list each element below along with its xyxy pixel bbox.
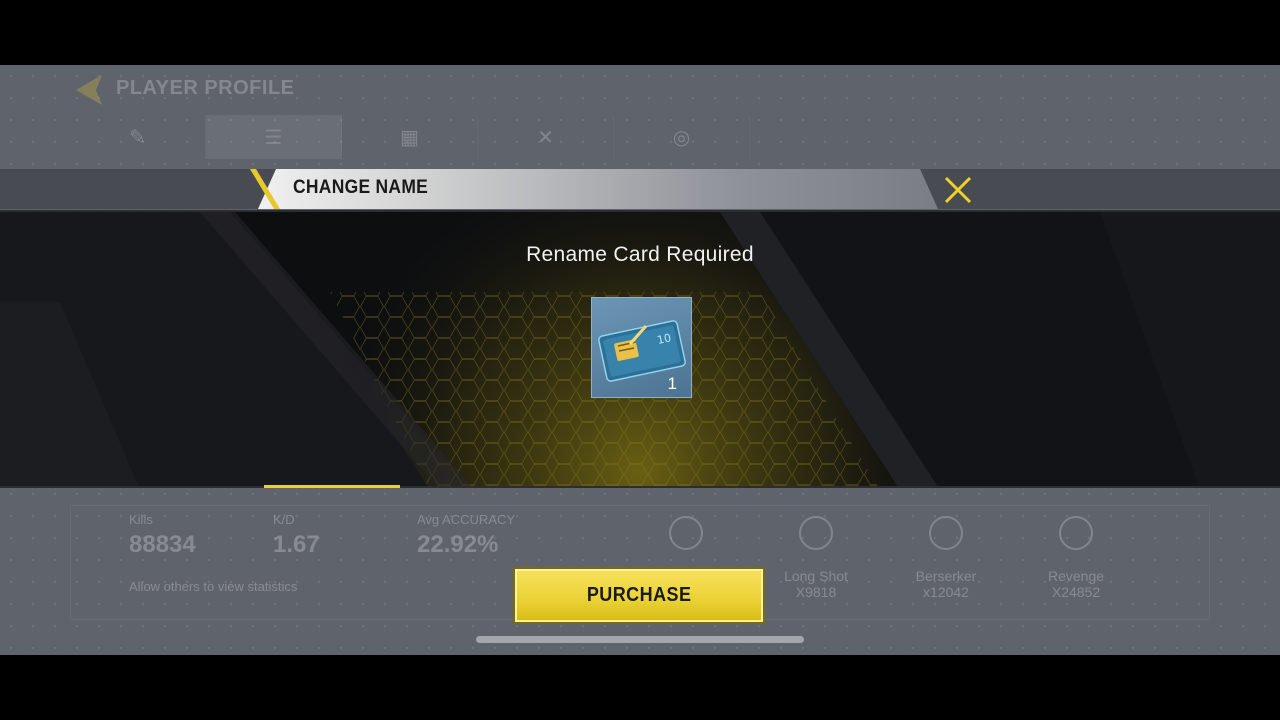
close-x-icon [944, 176, 972, 204]
player-profile-title: PLAYER PROFILE [116, 77, 295, 99]
tab-edit: ✎ [70, 115, 206, 159]
modal-title: CHANGE NAME [293, 177, 429, 198]
medal-icon [1059, 516, 1093, 550]
profile-tabs: ✎ ☰ ▦ ✕ ◎ [70, 115, 750, 159]
medal-berserker: Berserker x12042 [915, 568, 977, 600]
letterbox-top [0, 0, 1280, 65]
stat-kills: Kills 88834 [129, 512, 196, 558]
medal-revenge: Revenge X24852 [1047, 568, 1105, 600]
tab-chart: ▦ [342, 115, 478, 159]
allow-stats-text: Allow others to view statistics [129, 579, 298, 594]
purchase-button[interactable]: PURCHASE [513, 567, 765, 624]
medal-icon [929, 516, 963, 550]
body-underline [264, 485, 400, 488]
close-button[interactable] [940, 173, 976, 207]
medal-icon: ◎ [672, 125, 691, 149]
stat-accuracy: Avg ACCURACY 22.92% [417, 512, 516, 558]
list-icon: ☰ [264, 125, 283, 149]
item-count: 1 [667, 374, 677, 393]
rename-card-item[interactable]: 10 1 [591, 297, 692, 398]
game-screen: PLAYER PROFILE ✎ ☰ ▦ ✕ ◎ Kills 88834 K/D… [0, 65, 1280, 655]
medal-icon [669, 516, 703, 550]
purchase-label: PURCHASE [586, 584, 692, 606]
back-arrow-icon [76, 75, 102, 105]
rename-card-required-text: Rename Card Required [526, 243, 754, 266]
chart-icon: ▦ [400, 125, 419, 149]
medal-icon [799, 516, 833, 550]
tab-weapons: ✕ [478, 115, 614, 159]
tab-medals: ◎ [614, 115, 750, 159]
letterbox-bottom [0, 655, 1280, 720]
tab-list: ☰ [206, 115, 342, 159]
stat-kd: K/D 1.67 [273, 512, 320, 558]
crossed-guns-icon: ✕ [537, 125, 554, 149]
edit-icon: ✎ [129, 125, 146, 149]
home-indicator[interactable] [476, 636, 804, 643]
medal-long-shot: Long Shot X9818 [784, 568, 848, 600]
